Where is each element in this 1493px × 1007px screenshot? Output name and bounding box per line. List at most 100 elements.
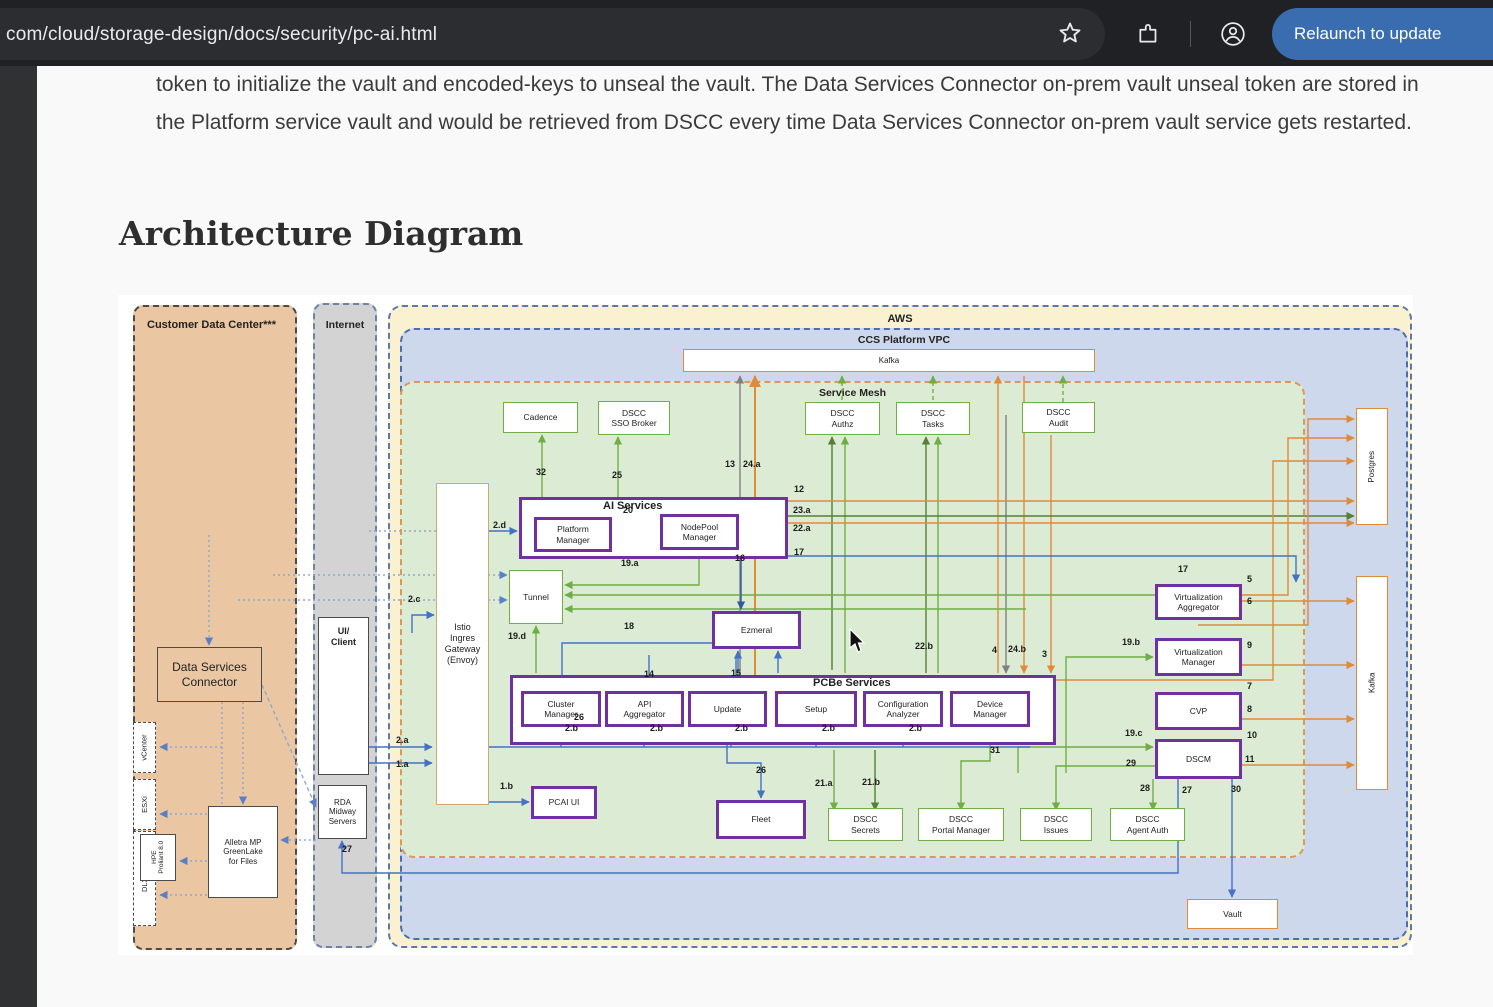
edge-label: 18 (624, 621, 634, 631)
node-dscc-portal-manager: DSCC Portal Manager (918, 808, 1004, 841)
edge-label: 10 (1247, 730, 1257, 740)
edge-label: 2.b (565, 723, 578, 733)
edge-label: 7 (1247, 681, 1252, 691)
edge-label: 5 (1247, 574, 1252, 584)
node-dscc-issues: DSCC Issues (1020, 808, 1092, 841)
edge-label: 22.b (915, 641, 933, 651)
edge-label: 2.b (735, 723, 748, 733)
bookmark-star-icon[interactable] (1055, 19, 1085, 49)
node-dscc-secrets: DSCC Secrets (828, 808, 903, 841)
node-api-aggregator: API Aggregator (605, 691, 684, 727)
node-istio-ingress-gateway: Istio Ingres Gateway (Envoy) (436, 483, 489, 805)
edge-label: 2.d (493, 520, 506, 530)
edge-label: 2.b (822, 723, 835, 733)
edge-label: 25 (612, 470, 622, 480)
mouse-cursor (848, 628, 870, 654)
edge-label: 31 (990, 745, 1000, 755)
edge-label: 6 (1247, 596, 1252, 606)
node-pcai-ui: PCAI UI (531, 786, 597, 819)
node-setup: Setup (775, 691, 857, 727)
edge-label: 2.c (408, 594, 421, 604)
profile-icon[interactable] (1220, 21, 1246, 47)
node-rda-midway-servers: RDA Midway Servers (318, 785, 367, 839)
node-esxi: ESXi (133, 779, 156, 830)
node-data-services-connector: Data Services Connector (157, 647, 262, 702)
edge-label: 11 (1245, 754, 1255, 764)
kafka-label: Kafka (1367, 673, 1377, 693)
node-virtualization-manager: Virtualization Manager (1155, 638, 1242, 676)
node-ezmeral: Ezmeral (712, 611, 801, 649)
node-dscc-agent-auth: DSCC Agent Auth (1110, 808, 1185, 841)
node-virtualization-aggregator: Virtualization Aggregator (1155, 584, 1242, 620)
relaunch-label: Relaunch to update (1294, 24, 1441, 44)
node-platform-manager: Platform Manager (534, 517, 612, 552)
edge-label: 30 (1231, 784, 1241, 794)
esxi-label: ESXi (140, 796, 149, 813)
edge-label: 19.d (508, 631, 526, 641)
edge-label: 27 (342, 844, 352, 854)
node-device-manager: Device Manager (950, 691, 1030, 727)
edge-label: 19.a (621, 558, 639, 568)
node-tunnel: Tunnel (509, 570, 563, 624)
edge-label: 14 (644, 669, 654, 679)
edge-label: 32 (536, 467, 546, 477)
edge-label: 29 (1126, 758, 1136, 768)
node-nodepool-manager: NodePool Manager (660, 514, 739, 550)
body-paragraph: token to initialize the vault and encode… (156, 66, 1434, 142)
edge-label: 21.a (815, 778, 833, 788)
node-dscm: DSCM (1155, 739, 1242, 779)
edge-label: 13 (725, 459, 735, 469)
edge-label: 1.b (500, 781, 513, 791)
address-bar[interactable]: com/cloud/storage-design/docs/security/p… (0, 8, 1105, 60)
edge-label: 26 (756, 765, 766, 775)
node-hpe-proliant: HPE Proliant 8.0 (140, 834, 176, 881)
edge-label: 20 (623, 505, 633, 515)
node-kafka-top: Kafka (683, 349, 1095, 372)
relaunch-to-update-button[interactable]: Relaunch to update (1272, 8, 1493, 60)
node-vault: Vault (1187, 899, 1278, 929)
extensions-icon[interactable] (1136, 20, 1162, 46)
hpe-label: HPE Proliant 8.0 (151, 841, 165, 875)
node-fleet: Fleet (716, 800, 806, 839)
edge-label: 2.b (650, 723, 663, 733)
browser-toolbar: com/cloud/storage-design/docs/security/p… (0, 0, 1493, 66)
edge-label: 28 (1140, 783, 1150, 793)
edge-label: 2.a (396, 735, 409, 745)
node-dscc-sso-broker: DSCC SSO Broker (598, 401, 670, 435)
edge-label: 24.b (1008, 644, 1026, 654)
edge-label: 22.a (793, 523, 811, 533)
edge-label: 4 (992, 645, 997, 655)
edge-label: 16 (735, 553, 745, 563)
edge-label: 9 (1247, 640, 1252, 650)
edge-label: 12 (794, 484, 804, 494)
node-cadence: Cadence (503, 402, 578, 433)
pcbe-services-title: PCBe Services (813, 677, 891, 689)
node-configuration-analyzer: Configuration Analyzer (863, 691, 943, 727)
node-alletra-mp: Alletra MP GreenLake for Files (208, 806, 278, 898)
browser-window: com/cloud/storage-design/docs/security/p… (0, 0, 1493, 1007)
edge-label: 15 (731, 668, 741, 678)
side-panel-strip (0, 66, 37, 1007)
edge-label: 8 (1247, 704, 1252, 714)
vcenter-label: vCenter (140, 734, 149, 760)
node-ui-client: UI/ Client (318, 617, 369, 775)
architecture-diagram: Customer Data Center*** Internet AWS CCS… (118, 295, 1413, 955)
edge-label: 19.c (1125, 728, 1143, 738)
edge-label: 24.a (743, 459, 761, 469)
node-dscc-authz: DSCC Authz (805, 402, 880, 435)
edge-label: 17 (794, 547, 804, 557)
node-cluster-manager: Cluster Manager (521, 691, 601, 727)
toolbar-separator (1190, 21, 1191, 47)
node-dscc-tasks: DSCC Tasks (896, 402, 970, 435)
edge-label: 26 (574, 712, 584, 722)
edge-label: 17 (1178, 564, 1188, 574)
edge-label: 3 (1042, 649, 1047, 659)
edge-label: 23.a (793, 505, 811, 515)
node-kafka-vertical: Kafka (1356, 576, 1388, 790)
node-vcenter: vCenter (133, 722, 156, 773)
node-update: Update (688, 691, 767, 727)
edge-label: 19.b (1122, 637, 1140, 647)
url-text[interactable]: com/cloud/storage-design/docs/security/p… (6, 24, 437, 46)
node-cvp: CVP (1155, 692, 1242, 730)
edge-label: 1.a (396, 759, 409, 769)
